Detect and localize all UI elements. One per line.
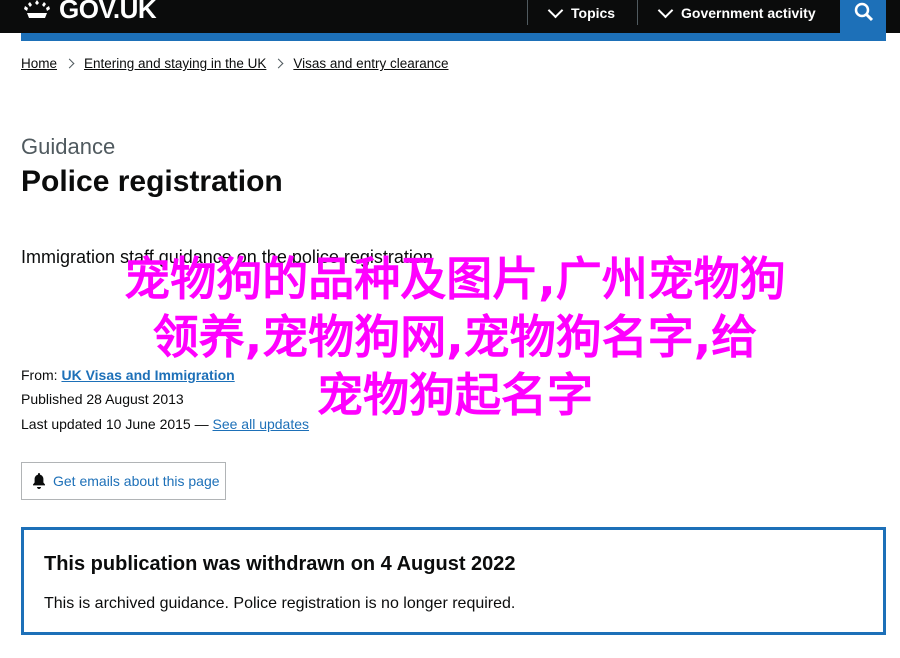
published-label: Published <box>21 391 83 407</box>
crown-icon <box>24 0 50 18</box>
withdrawn-notice-body: This is archived guidance. Police regist… <box>44 595 516 612</box>
govuk-logo[interactable]: GOV.UK <box>22 0 157 25</box>
government-activity-menu-button[interactable]: Government activity <box>637 0 860 25</box>
meta-published: Published 28 August 2013 <box>21 391 184 407</box>
breadcrumb-entering-staying[interactable]: Entering and staying in the UK <box>84 56 266 71</box>
from-organisation-link[interactable]: UK Visas and Immigration <box>61 367 234 383</box>
see-all-updates-link[interactable]: See all updates <box>213 416 310 432</box>
from-label: From: <box>21 367 58 383</box>
site-header: GOV.UK Topics Government activity <box>0 0 900 33</box>
get-emails-button[interactable]: Get emails about this page <box>21 462 226 500</box>
chevron-down-icon <box>547 2 564 19</box>
get-emails-label: Get emails about this page <box>53 473 220 489</box>
logo-text: GOV.UK <box>59 0 157 24</box>
breadcrumb-home[interactable]: Home <box>21 56 57 71</box>
government-activity-label: Government activity <box>681 4 816 21</box>
withdrawn-notice-title: This publication was withdrawn on 4 Augu… <box>44 553 516 575</box>
header-blue-bar <box>21 33 886 41</box>
bell-icon <box>33 473 45 489</box>
chevron-right-icon <box>273 58 284 69</box>
page-intro: Immigration staff guidance on the police… <box>21 247 433 267</box>
overlay-line: 领养,宠物狗网,宠物狗名字,给 <box>152 310 758 364</box>
search-icon <box>854 2 874 22</box>
updated-date: 10 June 2015 — <box>105 416 209 432</box>
chevron-down-icon <box>657 2 674 19</box>
meta-updated: Last updated 10 June 2015 — See all upda… <box>21 416 309 432</box>
breadcrumb-visas[interactable]: Visas and entry clearance <box>293 56 448 71</box>
chevron-right-icon <box>64 58 75 69</box>
updated-label: Last updated <box>21 416 102 432</box>
published-date: 28 August 2013 <box>86 391 184 407</box>
breadcrumb: Home Entering and staying in the UK Visa… <box>21 56 448 71</box>
topics-label: Topics <box>571 4 616 21</box>
page-caption: Guidance <box>21 134 116 159</box>
meta-from: From: UK Visas and Immigration <box>21 367 235 383</box>
withdrawn-notice: This publication was withdrawn on 4 Augu… <box>21 527 886 635</box>
page-title: Police registration <box>21 165 283 198</box>
search-button[interactable] <box>840 0 886 33</box>
